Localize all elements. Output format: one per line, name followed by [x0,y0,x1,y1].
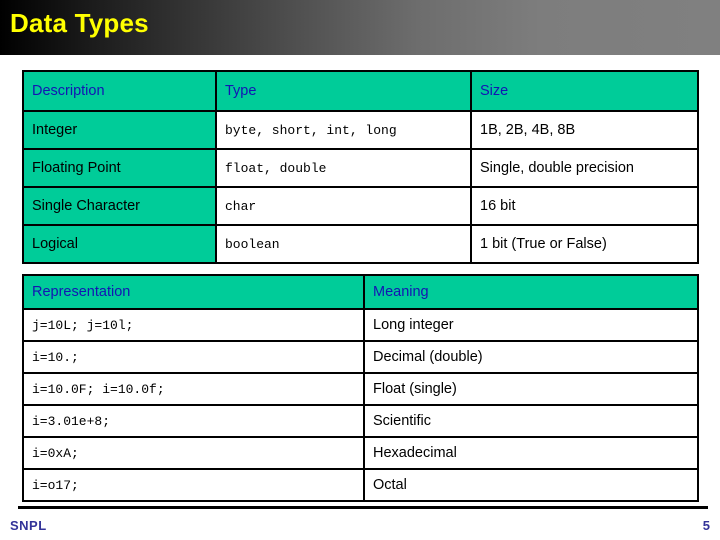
cell-size: 1B, 2B, 4B, 8B [470,110,699,150]
cell-description: Floating Point [22,148,217,188]
cell-size: 16 bit [470,186,699,226]
cell-representation: i=o17; [22,468,365,502]
data-types-table: Description Type Size Integer byte, shor… [22,70,699,264]
cell-meaning: Scientific [363,404,699,438]
cell-representation: i=0xA; [22,436,365,470]
cell-description: Integer [22,110,217,150]
cell-representation: i=10.0F; i=10.0f; [22,372,365,406]
table-row: Single Character char 16 bit [22,186,699,226]
cell-type: boolean [215,224,472,264]
column-header-size: Size [470,70,699,112]
page-title: Data Types [10,8,149,38]
cell-representation: j=10L; j=10l; [22,308,365,342]
slide-page-number: 5 [702,518,710,533]
table-header-row: Representation Meaning [22,274,699,310]
cell-size: 1 bit (True or False) [470,224,699,264]
cell-type: float, double [215,148,472,188]
table-row: j=10L; j=10l; Long integer [22,308,699,342]
cell-meaning: Octal [363,468,699,502]
cell-description: Logical [22,224,217,264]
column-header-type: Type [215,70,472,112]
table-row: Logical boolean 1 bit (True or False) [22,224,699,264]
column-header-description: Description [22,70,217,112]
cell-representation: i=10.; [22,340,365,374]
slide-title-banner: Data Types [0,0,720,55]
cell-meaning: Long integer [363,308,699,342]
table-row: i=o17; Octal [22,468,699,502]
footer-divider [18,506,708,509]
literal-representation-table: Representation Meaning j=10L; j=10l; Lon… [22,274,699,502]
table-row: i=0xA; Hexadecimal [22,436,699,470]
table-row: Floating Point float, double Single, dou… [22,148,699,188]
table-row: Integer byte, short, int, long 1B, 2B, 4… [22,110,699,150]
cell-description: Single Character [22,186,217,226]
table-row: i=10.; Decimal (double) [22,340,699,374]
cell-size: Single, double precision [470,148,699,188]
cell-meaning: Decimal (double) [363,340,699,374]
column-header-meaning: Meaning [363,274,699,310]
footer-organization-label: SNPL [10,518,47,533]
cell-meaning: Float (single) [363,372,699,406]
cell-representation: i=3.01e+8; [22,404,365,438]
cell-meaning: Hexadecimal [363,436,699,470]
cell-type: char [215,186,472,226]
column-header-representation: Representation [22,274,365,310]
table-header-row: Description Type Size [22,70,699,112]
table-row: i=10.0F; i=10.0f; Float (single) [22,372,699,406]
cell-type: byte, short, int, long [215,110,472,150]
table-row: i=3.01e+8; Scientific [22,404,699,438]
